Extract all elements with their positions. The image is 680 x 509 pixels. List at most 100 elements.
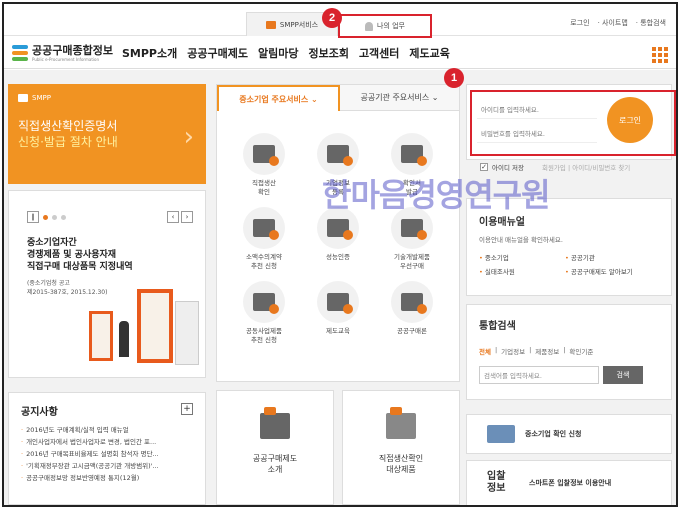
- slide-dot[interactable]: [43, 214, 48, 220]
- slide-subtitle: (중소기업청 공고 제2015-387호, 2015.12.30): [27, 280, 108, 296]
- nav-item-education[interactable]: 제도교육: [409, 45, 449, 61]
- main-nav: 공공구매종합정보 Public e-Procurement Informatio…: [4, 37, 676, 69]
- slide-title: 중소기업자간 경쟁제품 및 공사용자재 직접구매 대상품목 지정내역: [27, 238, 133, 272]
- total-search-link[interactable]: · 통합검색: [636, 18, 666, 28]
- slide-controls: ∥: [27, 211, 66, 223]
- sitemap-link[interactable]: · 사이트맵: [598, 18, 628, 28]
- utility-links: 로그인 · 사이트맵 · 통합검색: [570, 18, 666, 28]
- service-tech-products[interactable]: 기술개발제품 우선구매: [375, 207, 449, 271]
- nav-item-info[interactable]: 정보조회: [308, 45, 348, 61]
- more-plus-button[interactable]: +: [181, 403, 193, 415]
- coins-icon: [243, 207, 285, 249]
- manual-link-public[interactable]: 공공기관: [565, 252, 651, 262]
- laptop-icon: [487, 425, 515, 443]
- browser-frame: SMPP서비스 나의 업무 로그인 · 사이트맵 · 통합검색 2 공공구매종합…: [2, 2, 678, 507]
- service-joint-business[interactable]: 공동사업제품 추천 신청: [227, 281, 301, 345]
- person-icon: [365, 21, 373, 31]
- bag-icon: [265, 20, 276, 29]
- service-tabs: 중소기업 주요서비스 ⌄ 공공기관 주요서비스 ⌄: [217, 85, 459, 111]
- login-link[interactable]: 로그인: [570, 18, 589, 28]
- box-direct-products[interactable]: 직접생산확인 대상제품: [342, 390, 460, 505]
- tab-sme-services[interactable]: 중소기업 주요서비스 ⌄: [217, 85, 340, 111]
- banner-tag: SMPP: [18, 94, 196, 102]
- person-figure: [119, 321, 129, 357]
- service-performance-cert[interactable]: 성능인증: [301, 207, 375, 271]
- search-tab-all[interactable]: 전체: [479, 346, 491, 356]
- bag-icon: [18, 94, 28, 102]
- service-direct-production[interactable]: 직접생산 확인: [227, 133, 301, 197]
- notice-box: 공지사항 + 2016년도 구매계획/실적 입력 매뉴얼 개인사업자에서 법인사…: [8, 392, 206, 505]
- annotation-highlight-login: [470, 90, 676, 156]
- search-tab-company[interactable]: 기업정보: [501, 346, 525, 356]
- service-small-contract[interactable]: 소액수의계약 추천 신청: [227, 207, 301, 271]
- tab-my-work-label: 나의 업무: [377, 22, 405, 30]
- join-find-links[interactable]: 회원가입 | 아이디/비밀번호 찾기: [542, 162, 630, 172]
- nav-item-system[interactable]: 공공구매제도: [187, 45, 248, 61]
- notice-list: 2016년도 구매계획/실적 입력 매뉴얼 개인사업자에서 법인사업자로 변경,…: [21, 424, 193, 484]
- door-illustration: [89, 311, 113, 361]
- notice-heading: 공지사항: [21, 407, 58, 418]
- notice-item[interactable]: 2016년도 구매계획/실적 입력 매뉴얼: [21, 424, 193, 436]
- service-education[interactable]: 제도교육: [301, 281, 375, 345]
- integrated-search-box: 통합검색 전체 | 기업정보 | 제품정보 | 확인기준 검색어를 입력하세요. 검색: [466, 304, 672, 400]
- service-procurement[interactable]: 공공구매론: [375, 281, 449, 345]
- logo-title: 공공구매종합정보: [32, 44, 113, 57]
- slide-arrows: ‹ ›: [167, 211, 193, 223]
- notice-item[interactable]: '기획재정부장관 고시금액(공공기관 개방범위)'...: [21, 460, 193, 472]
- slide-dot[interactable]: [52, 214, 57, 220]
- tab-public-services[interactable]: 공공기관 주요서비스 ⌄: [340, 85, 459, 111]
- promo-banner[interactable]: SMPP 직접생산확인증명서 신청·발급 절차 안내 ›: [8, 84, 206, 184]
- presentation-icon: [317, 281, 359, 323]
- mobile-bid-link[interactable]: 입찰 정보 스마트폰 입찰정보 이용안내: [466, 460, 672, 505]
- panel-illustration: [175, 301, 199, 365]
- logo-subtitle: Public e-Procurement Information: [32, 57, 99, 62]
- search-tab-criteria[interactable]: 확인기준: [569, 346, 593, 356]
- building-icon: [317, 133, 359, 175]
- watermark-text: 한마음경영연구원: [322, 176, 551, 214]
- all-menu-grid-icon[interactable]: [652, 47, 668, 63]
- search-tabs: 전체 | 기업정보 | 제품정보 | 확인기준: [479, 346, 594, 356]
- factory-icon: [243, 133, 285, 175]
- bid-info-icon: 입찰 정보: [487, 471, 506, 494]
- won-cycle-icon: [391, 281, 433, 323]
- monitor-icon: [386, 407, 416, 439]
- door-illustration: [137, 289, 173, 363]
- slide-dot[interactable]: [61, 214, 66, 220]
- search-button[interactable]: 검색: [603, 366, 643, 384]
- manual-links: 중소기업 공공기관 실태조사원 공공구매제도 알아보기: [479, 252, 659, 276]
- tab-my-work[interactable]: 나의 업무: [338, 14, 432, 38]
- banner-line2: 신청·발급 절차 안내: [18, 135, 118, 149]
- chevron-right-icon: ›: [183, 122, 194, 152]
- banner-line1: 직접생산확인증명서: [18, 119, 118, 133]
- pause-button[interactable]: ∥: [27, 211, 39, 223]
- logo-mark-icon: [12, 45, 28, 61]
- slide-card: ∥ ‹ › 중소기업자간 경쟁제품 및 공사용자재 직접구매 대상품목 지정내역…: [8, 190, 206, 378]
- tab-smpp-label: SMPP서비스: [279, 20, 319, 29]
- nav-item-smpp[interactable]: SMPP소개: [122, 45, 177, 61]
- gnb-menu: SMPP소개 공공구매제도 알림마당 정보조회 고객센터 제도교육: [122, 45, 450, 61]
- sme-check-link[interactable]: 중소기업 확인 신청: [466, 414, 672, 454]
- nav-item-notice[interactable]: 알림마당: [258, 45, 298, 61]
- manual-link-sme[interactable]: 중소기업: [479, 252, 565, 262]
- search-tab-product[interactable]: 제품정보: [535, 346, 559, 356]
- box-procurement-intro[interactable]: 공공구매제도 소개: [216, 390, 334, 505]
- notice-item[interactable]: 공공구매정보망 정보반영예정 통지(12월): [21, 472, 193, 484]
- search-heading: 통합검색: [479, 321, 516, 332]
- group-icon: [243, 281, 285, 323]
- notice-item[interactable]: 2016년 구매목표비율제도 설명회 참석자 명단...: [21, 448, 193, 460]
- search-row: 검색어를 입력하세요. 검색: [479, 366, 659, 384]
- manual-link-survey[interactable]: 실태조사원: [479, 266, 565, 276]
- building-icon: [260, 407, 290, 439]
- manual-desc: 이용안내 매뉴얼을 확인하세요.: [479, 236, 563, 244]
- certificate-icon: [391, 133, 433, 175]
- nav-item-customer[interactable]: 고객센터: [359, 45, 399, 61]
- prev-button[interactable]: ‹: [167, 211, 179, 223]
- search-input[interactable]: 검색어를 입력하세요.: [479, 366, 599, 384]
- service-panel: 중소기업 주요서비스 ⌄ 공공기관 주요서비스 ⌄ 직접생산 확인 기업정보 등…: [216, 84, 460, 382]
- annotation-badge-1: 1: [444, 68, 464, 88]
- site-logo[interactable]: 공공구매종합정보 Public e-Procurement Informatio…: [12, 45, 113, 63]
- manual-link-system[interactable]: 공공구매제도 알아보기: [565, 266, 651, 276]
- service-grid: 직접생산 확인 기업정보 등록 확인서 발급 소액수의계약 추천 신청 성능인증…: [227, 133, 449, 345]
- next-button[interactable]: ›: [181, 211, 193, 223]
- notice-item[interactable]: 개인사업자에서 법인사업자로 변경, 법인간 포...: [21, 436, 193, 448]
